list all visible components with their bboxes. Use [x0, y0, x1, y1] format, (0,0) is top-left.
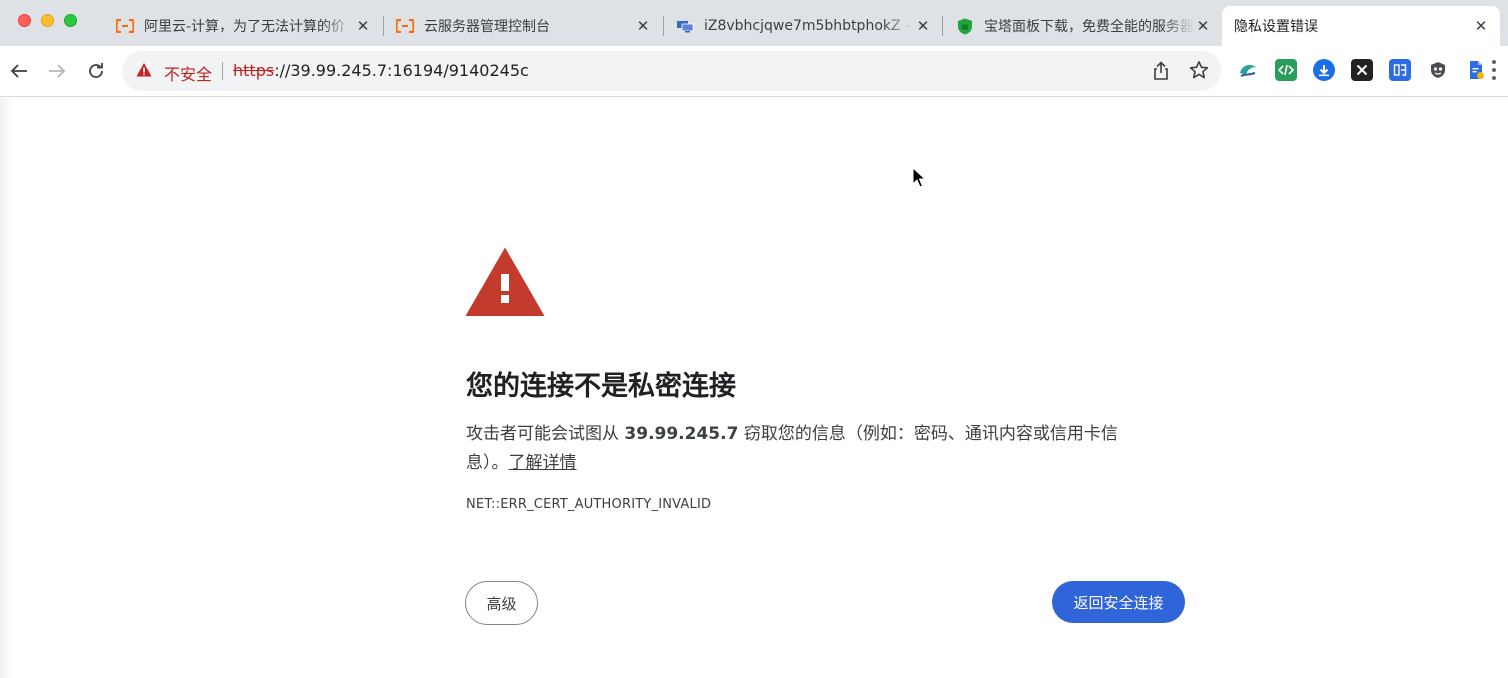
close-icon[interactable]: ✕	[1472, 17, 1490, 35]
url-text[interactable]: https://39.99.245.7:16194/9140245c	[233, 61, 529, 80]
bt-panel-icon	[956, 17, 974, 35]
tab-aliyun-home[interactable]: 阿里云-计算，为了无法计算的价 ✕	[104, 6, 382, 46]
minimize-window-button[interactable]	[41, 14, 54, 27]
interstitial-page: 您的连接不是私密连接 攻击者可能会试图从 39.99.245.7 窃取您的信息（…	[0, 98, 1508, 678]
mouse-cursor-icon	[912, 166, 927, 193]
tab-title: iZ8vbhcjqwe7m5bhbtphokZ -	[704, 18, 911, 34]
warning-triangle-icon	[464, 246, 546, 322]
advanced-button[interactable]: 高级	[465, 581, 538, 625]
page-title: 您的连接不是私密连接	[466, 371, 736, 402]
code-extension-icon[interactable]	[1275, 59, 1297, 81]
tab-title: 阿里云-计算，为了无法计算的价	[144, 19, 346, 35]
tab-strip: 阿里云-计算，为了无法计算的价 ✕ 云服务器管理控制台 ✕ iZ8vbhcjqw…	[0, 0, 1508, 46]
tab-separator	[942, 16, 943, 36]
back-to-safety-button[interactable]: 返回安全连接	[1052, 581, 1185, 623]
forward-button[interactable]	[44, 58, 70, 84]
tab-title: 云服务器管理控制台	[424, 19, 550, 35]
tab-privacy-error[interactable]: 隐私设置错误 ✕	[1222, 6, 1500, 46]
message-host: 39.99.245.7	[624, 424, 739, 444]
aliyun-icon	[396, 17, 414, 35]
fullscreen-window-button[interactable]	[64, 14, 77, 27]
mask-extension-icon[interactable]	[1427, 59, 1449, 81]
browser-menu-button[interactable]	[1492, 60, 1496, 80]
arrow-right-icon	[49, 64, 66, 78]
tab-title: 隐私设置错误	[1234, 19, 1318, 35]
close-icon[interactable]: ✕	[1194, 17, 1212, 35]
divider	[222, 62, 223, 80]
learn-more-link[interactable]: 了解详情	[509, 453, 577, 473]
remote-desktop-icon	[676, 17, 694, 35]
tab-ecs-console[interactable]: 云服务器管理控制台 ✕	[384, 6, 662, 46]
reload-button[interactable]	[83, 58, 109, 84]
bookmark-star-icon[interactable]	[1189, 60, 1209, 84]
close-window-button[interactable]	[18, 14, 31, 27]
close-icon[interactable]: ✕	[354, 17, 372, 35]
x-extension-icon[interactable]	[1351, 59, 1373, 81]
shopping-extension-icon[interactable]	[1389, 59, 1411, 81]
url-host-path: ://39.99.245.7:16194/9140245c	[274, 61, 529, 80]
error-code[interactable]: NET::ERR_CERT_AUTHORITY_INVALID	[466, 497, 711, 512]
back-button[interactable]	[6, 58, 32, 84]
aliyun-icon	[116, 17, 134, 35]
url-scheme: https	[233, 61, 275, 80]
share-icon[interactable]	[1152, 61, 1170, 85]
warning-icon[interactable]	[136, 62, 152, 82]
weather-extension-icon[interactable]	[1237, 59, 1259, 81]
arrow-left-icon	[10, 64, 27, 78]
reload-icon	[89, 63, 103, 78]
cloud-download-extension-icon[interactable]	[1313, 59, 1335, 81]
message-prefix: 攻击者可能会试图从	[466, 424, 625, 444]
error-message: 攻击者可能会试图从 39.99.245.7 窃取您的信息（例如：密码、通讯内容或…	[466, 420, 1156, 478]
file-extension-icon[interactable]	[1465, 59, 1487, 81]
not-secure-label[interactable]: 不安全	[164, 61, 212, 85]
browser-toolbar: 不安全 https://39.99.245.7:16194/9140245c	[0, 46, 1508, 97]
tab-bt-panel[interactable]: 宝塔面板下载，免费全能的服务器 ✕	[944, 6, 1222, 46]
address-bar[interactable]: 不安全 https://39.99.245.7:16194/9140245c	[122, 51, 1221, 91]
close-icon[interactable]: ✕	[634, 17, 652, 35]
edge-shade	[0, 98, 14, 678]
tab-title: 宝塔面板下载，免费全能的服务器	[984, 19, 1194, 35]
tab-remote-desktop[interactable]: iZ8vbhcjqwe7m5bhbtphokZ - ✕	[664, 6, 942, 46]
close-icon[interactable]: ✕	[914, 17, 932, 35]
